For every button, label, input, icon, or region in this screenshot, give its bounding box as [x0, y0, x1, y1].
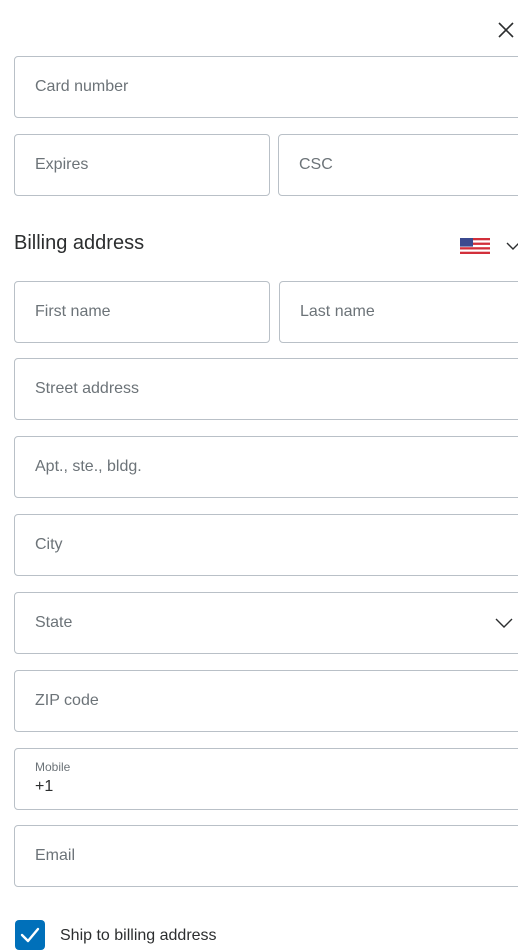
city-input[interactable] — [35, 515, 511, 575]
close-icon — [498, 22, 514, 38]
csc-field[interactable] — [278, 134, 518, 196]
country-picker[interactable] — [460, 236, 518, 256]
expires-field[interactable] — [14, 134, 270, 196]
checkmark-icon — [20, 927, 40, 943]
close-button[interactable] — [496, 20, 516, 40]
card-number-field[interactable] — [14, 56, 518, 118]
billing-address-title: Billing address — [14, 232, 145, 254]
apt-input[interactable] — [35, 437, 511, 497]
zip-code-input[interactable] — [35, 671, 511, 731]
ship-to-billing-checkbox[interactable] — [15, 920, 45, 950]
first-name-input[interactable] — [35, 282, 259, 342]
last-name-input[interactable] — [300, 282, 511, 342]
email-input[interactable] — [35, 826, 511, 886]
card-number-input[interactable] — [35, 57, 511, 117]
mobile-value: +1 — [35, 778, 54, 795]
mobile-label: Mobile — [35, 760, 71, 774]
email-field[interactable] — [14, 825, 518, 887]
apt-field[interactable] — [14, 436, 518, 498]
chevron-down-icon — [506, 242, 518, 250]
csc-input[interactable] — [299, 135, 511, 195]
zip-code-field[interactable] — [14, 670, 518, 732]
state-input[interactable] — [35, 593, 511, 653]
street-address-field[interactable] — [14, 358, 518, 420]
last-name-field[interactable] — [279, 281, 518, 343]
city-field[interactable] — [14, 514, 518, 576]
chevron-down-icon — [495, 618, 513, 628]
ship-to-billing-label[interactable]: Ship to billing address — [60, 927, 217, 945]
state-select[interactable] — [14, 592, 518, 654]
expires-input[interactable] — [35, 135, 259, 195]
us-flag-icon — [460, 238, 490, 254]
street-address-input[interactable] — [35, 359, 511, 419]
first-name-field[interactable] — [14, 281, 270, 343]
mobile-field[interactable]: Mobile +1 — [14, 748, 518, 810]
